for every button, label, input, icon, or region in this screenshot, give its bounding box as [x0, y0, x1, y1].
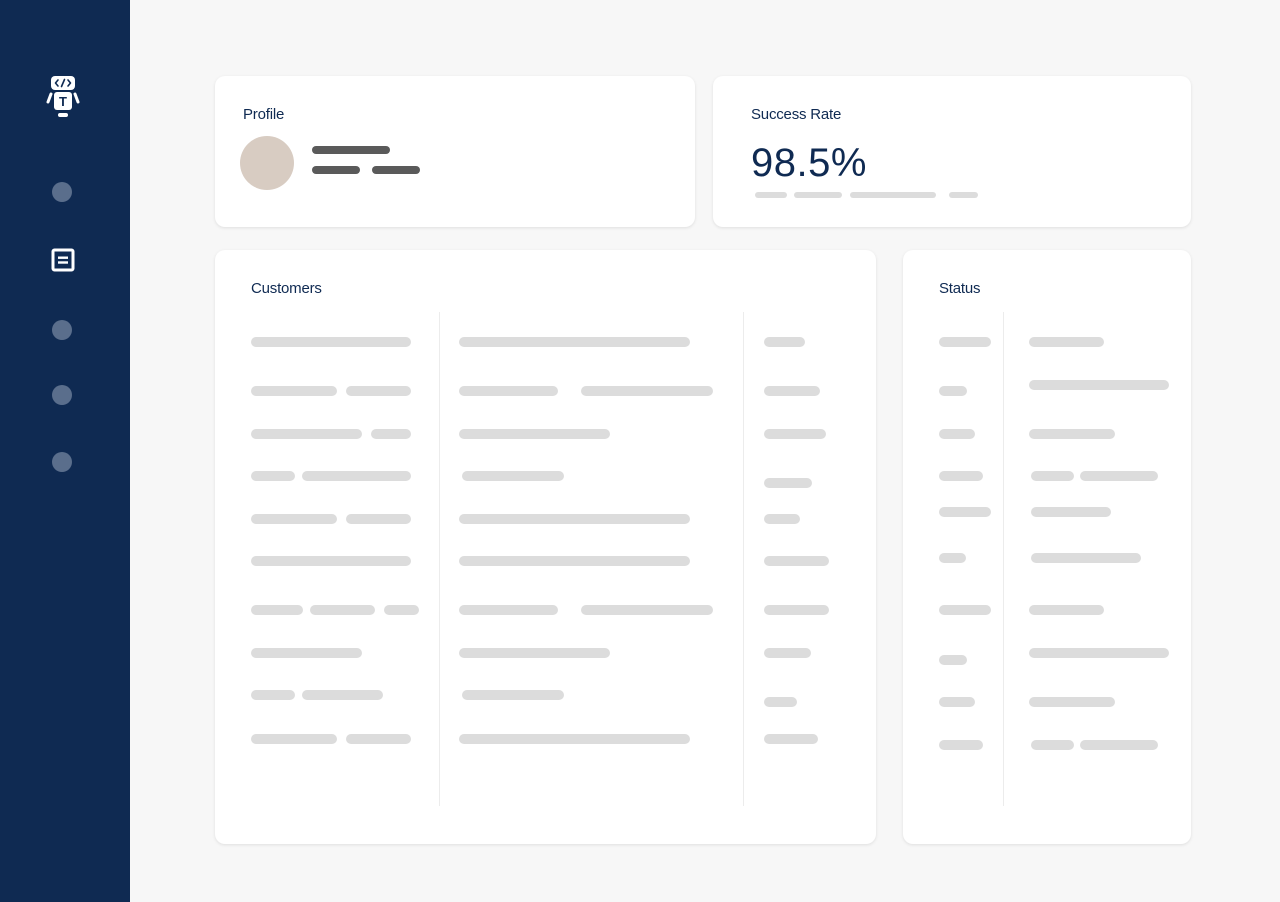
status-cell [1029, 429, 1115, 439]
status-card: Status [903, 250, 1191, 844]
profile-name-placeholder [312, 146, 390, 154]
table-cell [459, 429, 610, 439]
nav-dot-icon[interactable] [52, 320, 72, 340]
caption-placeholder [794, 192, 842, 198]
table-cell [384, 605, 419, 615]
status-cell [1031, 553, 1141, 563]
table-cell [302, 690, 383, 700]
table-cell [459, 605, 558, 615]
table-cell [371, 429, 411, 439]
nav-dot-icon[interactable] [52, 385, 72, 405]
status-cell [1029, 380, 1169, 390]
table-cell [251, 734, 337, 744]
table-cell [462, 690, 564, 700]
table-cell [251, 429, 362, 439]
table-cell [251, 386, 337, 396]
table-cell [251, 471, 295, 481]
status-cell [1031, 740, 1074, 750]
status-cell [939, 697, 975, 707]
profile-title: Profile [243, 106, 285, 123]
status-cell [1031, 471, 1074, 481]
status-cell [1029, 605, 1104, 615]
table-cell [251, 690, 295, 700]
column-divider [1003, 312, 1004, 806]
table-cell [459, 337, 690, 347]
table-cell [459, 734, 690, 744]
caption-placeholder [949, 192, 978, 198]
status-cell [939, 553, 966, 563]
robot-code-icon[interactable]: T [44, 72, 82, 120]
status-cell [939, 605, 991, 615]
table-cell [764, 556, 829, 566]
logo-letter: T [59, 94, 67, 109]
table-cell [346, 514, 411, 524]
customers-title: Customers [251, 280, 322, 297]
table-cell [459, 648, 610, 658]
table-cell [459, 514, 690, 524]
table-cell [581, 605, 713, 615]
status-cell [939, 507, 991, 517]
table-cell [251, 514, 337, 524]
profile-detail-placeholder [372, 166, 420, 174]
table-cell [764, 734, 818, 744]
document-list-icon[interactable] [51, 248, 75, 272]
table-cell [346, 386, 411, 396]
table-cell [310, 605, 375, 615]
status-cell [1029, 697, 1115, 707]
success-rate-card: Success Rate 98.5% [713, 76, 1191, 227]
table-cell [581, 386, 713, 396]
status-cell [1031, 507, 1111, 517]
table-cell [459, 386, 558, 396]
table-cell [764, 337, 805, 347]
status-cell [939, 655, 967, 665]
status-cell [939, 471, 983, 481]
status-cell [939, 740, 983, 750]
profile-card: Profile [215, 76, 695, 227]
customers-card: Customers [215, 250, 876, 844]
table-cell [251, 648, 362, 658]
column-divider [439, 312, 440, 806]
table-cell [764, 478, 812, 488]
nav-dot-icon[interactable] [52, 452, 72, 472]
column-divider [743, 312, 744, 806]
table-cell [764, 697, 797, 707]
status-cell [1080, 740, 1158, 750]
table-cell [764, 648, 811, 658]
nav-dot-icon[interactable] [52, 182, 72, 202]
status-cell [1029, 337, 1104, 347]
profile-detail-placeholder [312, 166, 360, 174]
status-title: Status [939, 280, 981, 297]
sidebar: T [0, 0, 130, 902]
table-cell [764, 514, 800, 524]
table-cell [459, 556, 690, 566]
success-rate-title: Success Rate [751, 106, 842, 123]
table-cell [764, 386, 820, 396]
table-cell [346, 734, 411, 744]
table-cell [462, 471, 564, 481]
caption-placeholder [755, 192, 787, 198]
success-rate-value: 98.5% [751, 141, 867, 185]
status-cell [939, 429, 975, 439]
status-cell [1029, 648, 1169, 658]
avatar[interactable] [240, 136, 294, 190]
status-cell [1080, 471, 1158, 481]
status-cell [939, 337, 991, 347]
status-cell [939, 386, 967, 396]
table-cell [251, 556, 411, 566]
caption-placeholder [850, 192, 936, 198]
table-cell [251, 337, 411, 347]
table-cell [764, 429, 826, 439]
table-cell [251, 605, 303, 615]
table-cell [302, 471, 411, 481]
table-cell [764, 605, 829, 615]
